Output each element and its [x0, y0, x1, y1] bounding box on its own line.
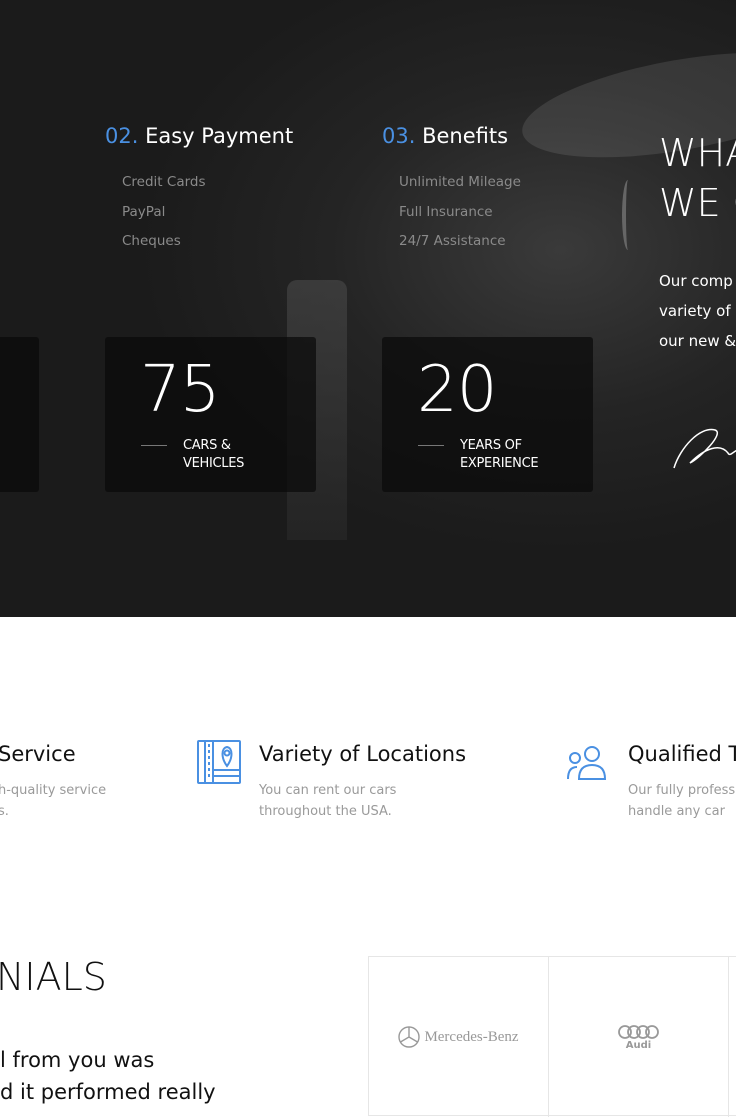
stat-label: Cars & Vehicles — [183, 438, 245, 471]
hero-section: 02. Easy Payment Credit Cards PayPal Che… — [0, 0, 736, 617]
column-title: 03. Benefits — [382, 124, 509, 148]
easy-payment-column: 02. Easy Payment Credit Cards PayPal Che… — [105, 124, 293, 257]
stat-card-cars: 75 Cars & Vehicles — [105, 337, 316, 492]
brand-audi[interactable]: Audi — [549, 957, 729, 1117]
list-item: PayPal — [122, 203, 166, 220]
feature-service: Service h-quality service s. — [0, 742, 107, 819]
divider — [418, 445, 444, 446]
column-title: 02. Easy Payment — [105, 124, 294, 148]
list-item: 24/7 Assistance — [399, 233, 506, 249]
list-item: Full Insurance — [399, 203, 493, 220]
stat-label: Years of Experience — [460, 438, 539, 471]
brand-mercedes[interactable]: Mercedes-Benz — [369, 957, 549, 1117]
divider — [141, 445, 167, 446]
background-car-detail — [622, 180, 634, 250]
feature-locations: Variety of Locations You can rent our ca… — [259, 742, 467, 819]
list-item: Cheques — [122, 233, 181, 249]
stat-value: 75 — [140, 353, 220, 427]
brand-logos: Mercedes-Benz Audi — [368, 956, 736, 1117]
signature — [673, 428, 736, 469]
feature-qualified: Qualified T Our fully profess handle any … — [628, 742, 736, 819]
stat-card-years: 20 Years of Experience — [382, 337, 593, 492]
audi-rings-icon — [617, 1024, 659, 1039]
list-item: Credit Cards — [122, 174, 206, 190]
testimonials-title: NIALS — [0, 955, 107, 999]
about-text: Our comp variety of our new & — [659, 272, 736, 350]
users-icon — [567, 746, 607, 780]
benefits-column: 03. Benefits Unlimited Mileage Full Insu… — [382, 124, 521, 257]
list-item: Unlimited Mileage — [399, 174, 521, 190]
mercedes-logo-icon — [398, 1026, 421, 1048]
testimonial-text: l from you was d it performed really — [0, 1048, 216, 1104]
map-location-icon — [197, 740, 241, 784]
about-title: WHAWE C — [659, 131, 736, 225]
stat-value: 20 — [417, 353, 497, 427]
stat-card-partial — [0, 337, 39, 492]
